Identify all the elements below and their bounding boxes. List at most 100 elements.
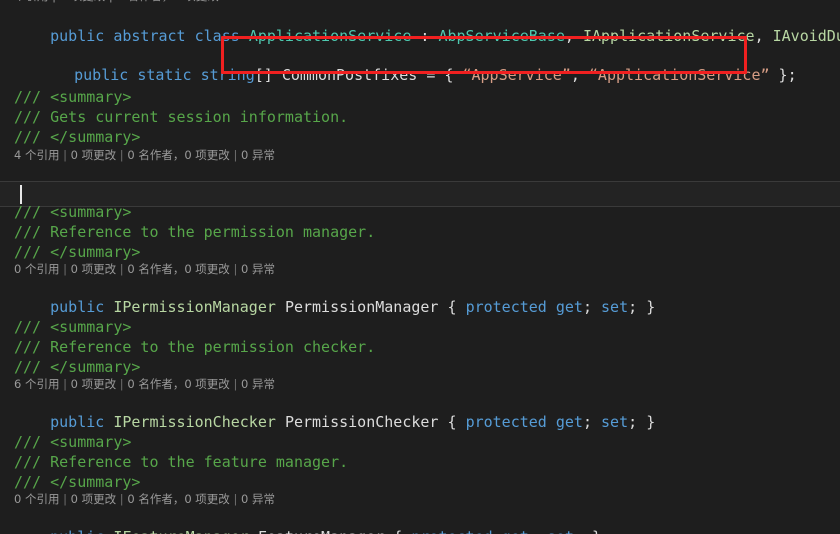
property-type: IFeatureManager [113, 528, 248, 534]
codelens-row[interactable]: 6 个引用 | 0 项更改 | 0 名作者，0 项更改 | 0 异常 [0, 374, 840, 394]
codelens-changes[interactable]: 0 项更改 [71, 492, 116, 506]
accessor-close-brace: } [646, 413, 656, 431]
codelens-references[interactable]: 0 个引用 [14, 262, 59, 276]
accessor-get: get [502, 528, 529, 534]
comma-1: , [564, 27, 583, 45]
codelens-exceptions[interactable]: 0 异常 [241, 377, 275, 391]
codelens-separator: | [229, 262, 241, 276]
comment-text: /// Reference to the permission manager. [14, 223, 376, 241]
comment-text: /// <summary> [14, 433, 132, 451]
codelens-authors[interactable]: 0 名作者，0 项更改 [127, 377, 229, 391]
property-declaration-abpsession: public IAbpSession AbpSession { get; set… [0, 162, 840, 201]
summary-close-tag: /// </summary> [0, 127, 840, 147]
accessor-close-brace: } [646, 298, 656, 316]
codelens-separator: | [229, 148, 241, 162]
codelens-exceptions[interactable]: 0 异常 [241, 148, 275, 162]
codelens-row[interactable]: 0 个引用 | 0 项更改 | 0 名作者，0 项更改 | 0 异常 [0, 259, 840, 279]
codelens-exceptions[interactable]: 0 异常 [241, 492, 275, 506]
interface-name-2: IAvoidDuplicateCrossCuttingConcerns [772, 27, 840, 45]
semicolon: ; [529, 528, 547, 534]
codelens-changes[interactable]: 0 项更改 [71, 262, 116, 276]
comment-text: /// <summary> [14, 88, 132, 106]
codelens-separator: | [116, 377, 128, 391]
accessor-open-brace: { [384, 528, 411, 534]
property-name: PermissionChecker [284, 413, 439, 431]
comment-text: /// Reference to the feature manager. [14, 453, 349, 471]
comment-text: /// </summary> [14, 128, 141, 146]
semicolon: ; [582, 413, 602, 431]
codelens-changes[interactable]: 0 项更改 [71, 377, 116, 391]
keyword-public: public [74, 66, 129, 84]
codelens-references[interactable]: 0 个引用 [14, 492, 59, 506]
summary-description: /// Gets current session information. [0, 107, 840, 127]
keyword-abstract: abstract [113, 27, 186, 45]
codelens-row[interactable]: 0 个引用 | 0 项更改 | 0 名作者，0 项更改 | 0 异常 [0, 489, 840, 509]
string-literal-applicationservice: “ApplicationService” [588, 66, 770, 84]
codelens-references[interactable]: 4 个引用 [14, 148, 59, 162]
property-declaration-featuremanager: public IFeatureManager FeatureManager { … [0, 507, 840, 534]
codelens-separator: | [229, 492, 241, 506]
accessor-modifier-protected: protected [411, 528, 492, 534]
semicolon: ; [574, 528, 592, 534]
codelens-separator: | [59, 377, 71, 391]
close-brace-semicolon: }; [769, 66, 797, 84]
keyword-string: string [200, 66, 255, 84]
comment-text: /// <summary> [14, 203, 132, 221]
summary-description: /// Reference to the feature manager. [0, 452, 840, 472]
keyword-public: public [50, 27, 105, 45]
codelens-separator: | [116, 262, 128, 276]
comment-text: /// Reference to the permission checker. [14, 338, 376, 356]
codelens-authors[interactable]: 0 名作者，0 项更改 [127, 492, 229, 506]
codelens-separator: | [116, 492, 128, 506]
common-postfixes-line: public static string[] CommonPostfixes =… [0, 45, 840, 84]
codelens-separator: | [59, 262, 71, 276]
codelens-exceptions[interactable]: 0 异常 [241, 262, 275, 276]
codelens-clipped-top[interactable]: 个引用 | 0 项更改 | 0 名作者，0 项更改 [0, 0, 840, 4]
accessor-set: set [601, 413, 629, 431]
semicolon: ; [628, 413, 647, 431]
summary-open-tag: /// <summary> [0, 317, 840, 337]
accessor-get: get [555, 298, 583, 316]
code-editor[interactable]: 个引用 | 0 项更改 | 0 名作者，0 项更改 public abstrac… [0, 0, 840, 534]
accessor-modifier-protected: protected [465, 298, 547, 316]
property-declaration-permissionchecker: public IPermissionChecker PermissionChec… [0, 392, 840, 431]
comma: , [570, 66, 589, 84]
accessor-modifier-protected: protected [465, 413, 547, 431]
codelens-authors[interactable]: 0 名作者，0 项更改 [127, 262, 229, 276]
accessor-set: set [601, 298, 629, 316]
codelens-separator: | [59, 148, 71, 162]
property-name: FeatureManager [258, 528, 384, 534]
summary-description: /// Reference to the permission manager. [0, 222, 840, 242]
summary-open-tag: /// <summary> [0, 202, 840, 222]
base-class-name: AbpServiceBase [438, 27, 565, 45]
codelens-separator: | [116, 148, 128, 162]
colon-separator: : [411, 27, 439, 45]
accessor-set: set [547, 528, 574, 534]
property-declaration-permissionmanager: public IPermissionManager PermissionMana… [0, 277, 840, 316]
summary-open-tag: /// <summary> [0, 432, 840, 452]
keyword-class: class [194, 27, 240, 45]
codelens-changes[interactable]: 0 项更改 [71, 148, 116, 162]
array-brackets: [] [254, 66, 273, 84]
comment-text: /// Gets current session information. [14, 108, 349, 126]
semicolon: ; [582, 298, 602, 316]
codelens-authors[interactable]: 0 名作者，0 项更改 [127, 148, 229, 162]
assignment-open-brace: = { [417, 66, 463, 84]
keyword-public: public [50, 413, 105, 431]
summary-open-tag: /// <summary> [0, 87, 840, 107]
accessor-open-brace: { [438, 298, 466, 316]
comma-2: , [754, 27, 773, 45]
codelens-references[interactable]: 6 个引用 [14, 377, 59, 391]
